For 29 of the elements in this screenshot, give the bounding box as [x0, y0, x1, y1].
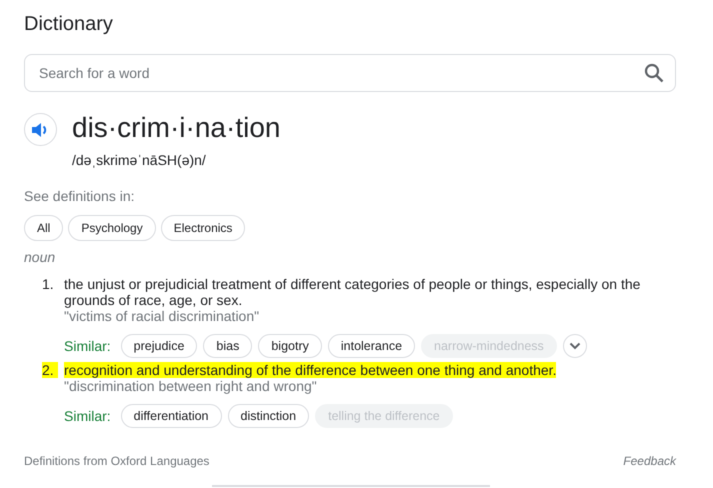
feedback-link[interactable]: Feedback	[623, 454, 676, 468]
synonym-chip[interactable]: bigotry	[258, 334, 322, 358]
domain-chip[interactable]: Psychology	[68, 215, 156, 241]
definition-text: recognition and understanding of the difference between one thing and another.	[64, 362, 556, 378]
similar-label: Similar:	[64, 338, 111, 354]
similar-label: Similar:	[64, 408, 111, 424]
part-of-speech: noun	[24, 249, 56, 265]
search-icon[interactable]	[644, 63, 664, 83]
definition-number: 1.	[42, 276, 55, 292]
synonym-chip[interactable]: differentiation	[120, 404, 222, 428]
expand-button[interactable]	[562, 334, 587, 358]
speaker-button[interactable]	[24, 113, 57, 146]
dictionary-title: Dictionary	[24, 12, 114, 37]
synonym-chip[interactable]: bias	[203, 334, 252, 358]
domain-chip[interactable]: All	[24, 215, 64, 241]
definition-number: 2.	[42, 362, 58, 378]
search-field[interactable]: Search for a word	[24, 54, 676, 92]
headword: dis·crim·i·na·tion	[72, 111, 280, 145]
domain-chip[interactable]: Electronics	[160, 215, 246, 241]
example-text: "discrimination between right and wrong"	[64, 378, 318, 394]
definition-text: the unjust or prejudicial treatment of different categories of people or things, especially on the grounds of race, age, or sex.	[64, 276, 640, 308]
phonetic-text: /dəˌskriməˈnāSH(ə)n/	[72, 152, 207, 168]
see-definitions-label: See definitions in:	[24, 188, 136, 204]
chevron-down-icon	[568, 342, 581, 350]
example-text: "victims of racial discrimination"	[64, 308, 260, 324]
source-text: Definitions from Oxford Languages	[24, 454, 210, 468]
synonym-chip[interactable]: prejudice	[120, 334, 198, 358]
synonym-chip[interactable]: intolerance	[328, 334, 416, 358]
synonym-chip[interactable]: distinction	[228, 404, 310, 428]
